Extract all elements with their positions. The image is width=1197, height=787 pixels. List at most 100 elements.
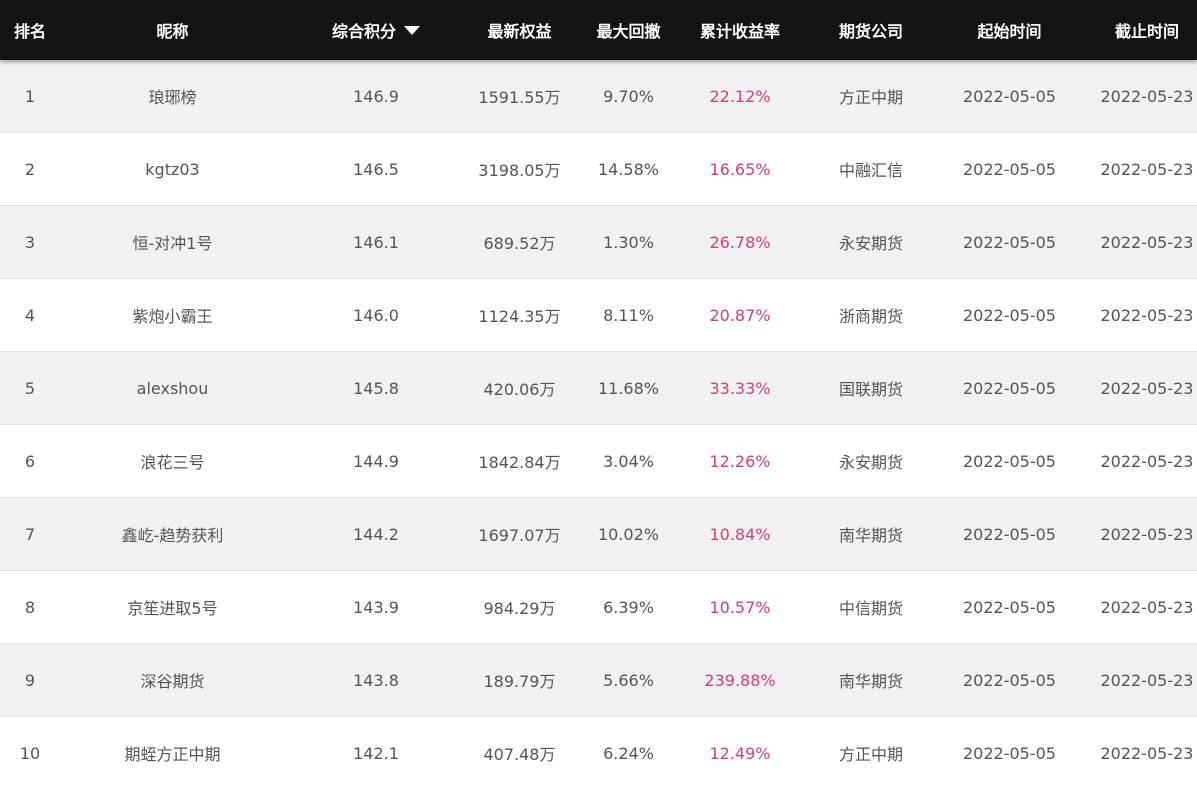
start-time-cell: 2022-05-05 [963,86,1056,106]
start-time-cell: 2022-05-05 [963,159,1056,179]
return-rate-cell: 33.33% [709,378,771,398]
drawdown-cell: 5.66% [603,670,654,690]
equity-cell: 1124.35万 [478,307,561,326]
score-cell: 145.8 [353,378,399,398]
company-cell: 南华期货 [838,672,903,691]
table-row: 4 紫炮小霸王 146.0 1124.35万 8.11% 20.87% 浙商期货 2022-0… [0,279,1197,352]
end-time-cell: 2022-05-23 [1100,451,1194,471]
table-row: 3 恒-对冲1号 146.1 689.52万 1.30% 26.78% 永安期货 2022-0… [0,206,1197,279]
column-header-company: 期货公司 [838,22,903,41]
nickname-cell: alexshou [136,378,209,398]
column-header-score-label: 综合积分 [331,22,396,41]
rank-cell: 8 [24,597,36,617]
return-rate-cell: 16.65% [709,159,771,179]
column-header-return-rate: 累计收益率 [699,22,780,41]
drawdown-cell: 6.39% [603,597,654,617]
nickname-cell: 鑫屹-趋势获利 [121,526,224,545]
rank-cell: 2 [24,159,36,179]
nickname-cell: 恒-对冲1号 [132,234,213,253]
score-cell: 146.5 [353,159,399,179]
start-time-cell: 2022-05-05 [963,378,1056,398]
start-time-cell: 2022-05-05 [963,232,1056,252]
rank-cell: 10 [19,743,41,763]
column-header-rank: 排名 [13,22,46,41]
company-cell: 中信期货 [838,599,903,618]
company-cell: 永安期货 [838,453,903,472]
start-time-cell: 2022-05-05 [963,305,1056,325]
nickname-cell: 紫炮小霸王 [132,307,213,326]
return-rate-cell: 12.49% [709,743,771,763]
score-cell: 144.9 [353,451,399,471]
company-cell: 国联期货 [838,380,903,399]
ranking-table: 排名 昵称 综合积分 最新权益 最大回撤 累计收益率 期货公司 起始时间 截止时… [0,0,1197,787]
return-rate-cell: 239.88% [704,670,776,690]
score-cell: 143.8 [353,670,399,690]
rank-cell: 6 [24,451,36,471]
end-time-cell: 2022-05-23 [1100,378,1194,398]
score-cell: 143.9 [353,597,399,617]
return-rate-cell: 22.12% [709,86,771,106]
rank-cell: 1 [24,86,36,106]
drawdown-cell: 11.68% [597,378,659,398]
end-time-cell: 2022-05-23 [1100,159,1194,179]
table-row: 9 深谷期货 143.8 189.79万 5.66% 239.88% 南华期货 2022-05… [0,644,1197,717]
drawdown-cell: 8.11% [603,305,654,325]
company-cell: 方正中期 [838,745,903,764]
score-cell: 146.1 [353,232,399,252]
nickname-cell: 期蛭方正中期 [124,745,221,764]
table-row: 5 alexshou 145.8 420.06万 11.68% 33.33% 国联期货 202… [0,352,1197,425]
column-header-equity: 最新权益 [487,22,552,41]
drawdown-cell: 9.70% [603,86,654,106]
return-rate-cell: 20.87% [709,305,771,325]
column-header-score[interactable]: 综合积分 [285,18,467,42]
start-time-cell: 2022-05-05 [963,451,1056,471]
equity-cell: 1591.55万 [478,88,561,107]
end-time-cell: 2022-05-23 [1100,524,1194,544]
table-row: 1 琅琊榜 146.9 1591.55万 9.70% 22.12% 方正中期 2022-05-… [0,60,1197,133]
drawdown-cell: 10.02% [597,524,659,544]
company-cell: 中融汇信 [838,161,903,180]
table-row: 8 京笙进取5号 143.9 984.29万 6.39% 10.57% 中信期货 2022-0… [0,571,1197,644]
return-rate-cell: 26.78% [709,232,771,252]
end-time-cell: 2022-05-23 [1100,232,1194,252]
return-rate-cell: 10.57% [709,597,771,617]
score-cell: 144.2 [353,524,399,544]
end-time-cell: 2022-05-23 [1100,597,1194,617]
nickname-cell: 琅琊榜 [148,88,197,107]
column-header-drawdown: 最大回撤 [596,22,661,41]
start-time-cell: 2022-05-05 [963,670,1056,690]
company-cell: 南华期货 [838,526,903,545]
sort-descending-icon[interactable] [404,26,420,35]
company-cell: 浙商期货 [838,307,903,326]
drawdown-cell: 3.04% [603,451,654,471]
return-rate-cell: 10.84% [709,524,771,544]
nickname-cell: kgtz03 [145,159,200,179]
drawdown-cell: 6.24% [603,743,654,763]
nickname-cell: 浪花三号 [140,453,205,472]
equity-cell: 407.48万 [483,745,556,764]
score-cell: 142.1 [353,743,399,763]
rank-cell: 4 [24,305,36,325]
end-time-cell: 2022-05-23 [1100,305,1194,325]
company-cell: 方正中期 [838,88,903,107]
return-rate-cell: 12.26% [709,451,771,471]
score-cell: 146.0 [353,305,399,325]
equity-cell: 420.06万 [483,380,556,399]
table-row: 7 鑫屹-趋势获利 144.2 1697.07万 10.02% 10.84% 南华期货 202… [0,498,1197,571]
column-header-nickname: 昵称 [156,22,189,41]
start-time-cell: 2022-05-05 [963,743,1056,763]
end-time-cell: 2022-05-23 [1100,670,1194,690]
rank-cell: 7 [24,524,36,544]
rank-cell: 3 [24,232,36,252]
column-header-end-time: 截止时间 [1114,22,1179,41]
company-cell: 永安期货 [838,234,903,253]
equity-cell: 984.29万 [483,599,556,618]
end-time-cell: 2022-05-23 [1100,86,1194,106]
equity-cell: 1697.07万 [478,526,561,545]
nickname-cell: 京笙进取5号 [127,599,218,618]
table-row: 10 期蛭方正中期 142.1 407.48万 6.24% 12.49% 方正中期 2022-… [0,717,1197,787]
equity-cell: 1842.84万 [478,453,561,472]
equity-cell: 189.79万 [483,672,556,691]
column-header-start-time: 起始时间 [977,22,1042,41]
end-time-cell: 2022-05-23 [1100,743,1194,763]
